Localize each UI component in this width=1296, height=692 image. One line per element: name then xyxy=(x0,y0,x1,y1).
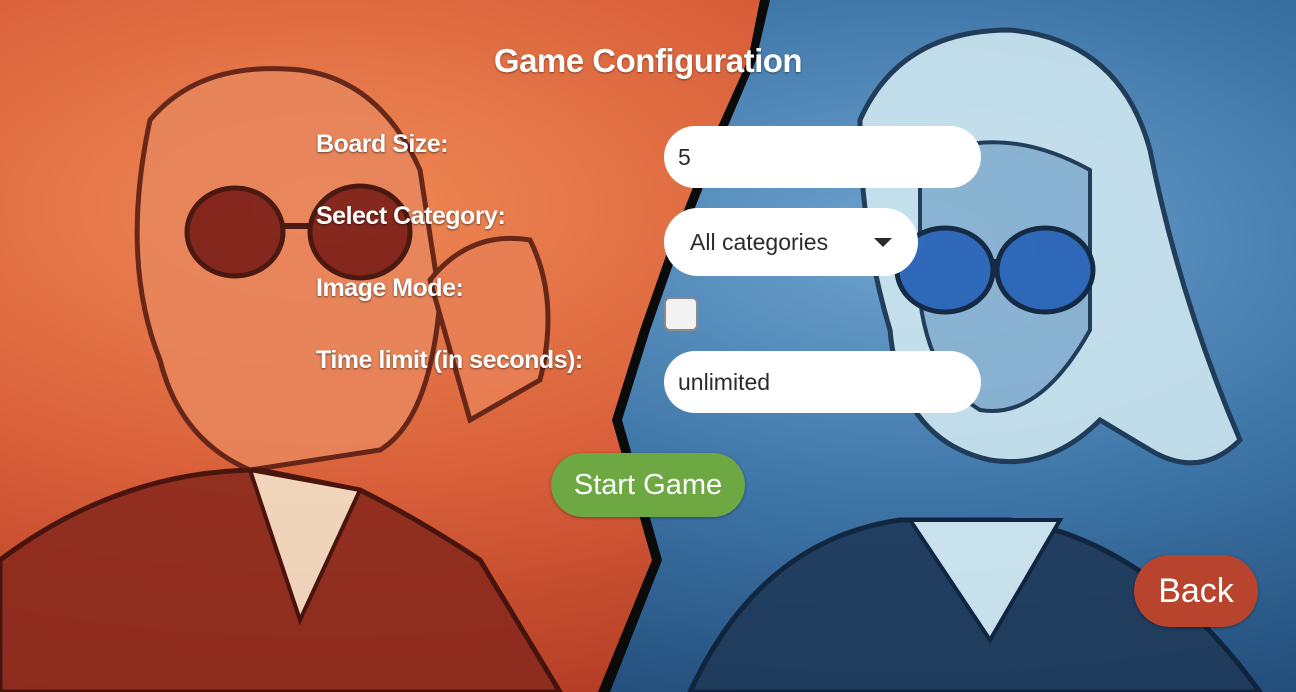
category-selected-value: All categories xyxy=(690,228,829,255)
game-config-screen: Game Configuration Board Size: Select Ca… xyxy=(0,0,1296,692)
category-select[interactable]: All categories xyxy=(664,208,918,276)
image-mode-label: Image Mode: xyxy=(316,274,464,302)
divider-crack xyxy=(598,0,770,692)
time-limit-input[interactable]: unlimited xyxy=(664,351,981,413)
board-size-input[interactable]: 5 xyxy=(664,126,981,188)
back-button[interactable]: Back xyxy=(1134,555,1258,627)
time-limit-label: Time limit (in seconds): xyxy=(316,346,583,374)
chevron-down-icon xyxy=(874,238,892,247)
start-game-button[interactable]: Start Game xyxy=(551,453,745,517)
page-title: Game Configuration xyxy=(493,42,803,79)
category-label: Select Category: xyxy=(316,202,506,230)
board-size-value: 5 xyxy=(678,143,691,170)
time-limit-value: unlimited xyxy=(678,368,771,395)
image-mode-checkbox[interactable] xyxy=(664,297,698,331)
board-size-label: Board Size: xyxy=(316,130,449,158)
